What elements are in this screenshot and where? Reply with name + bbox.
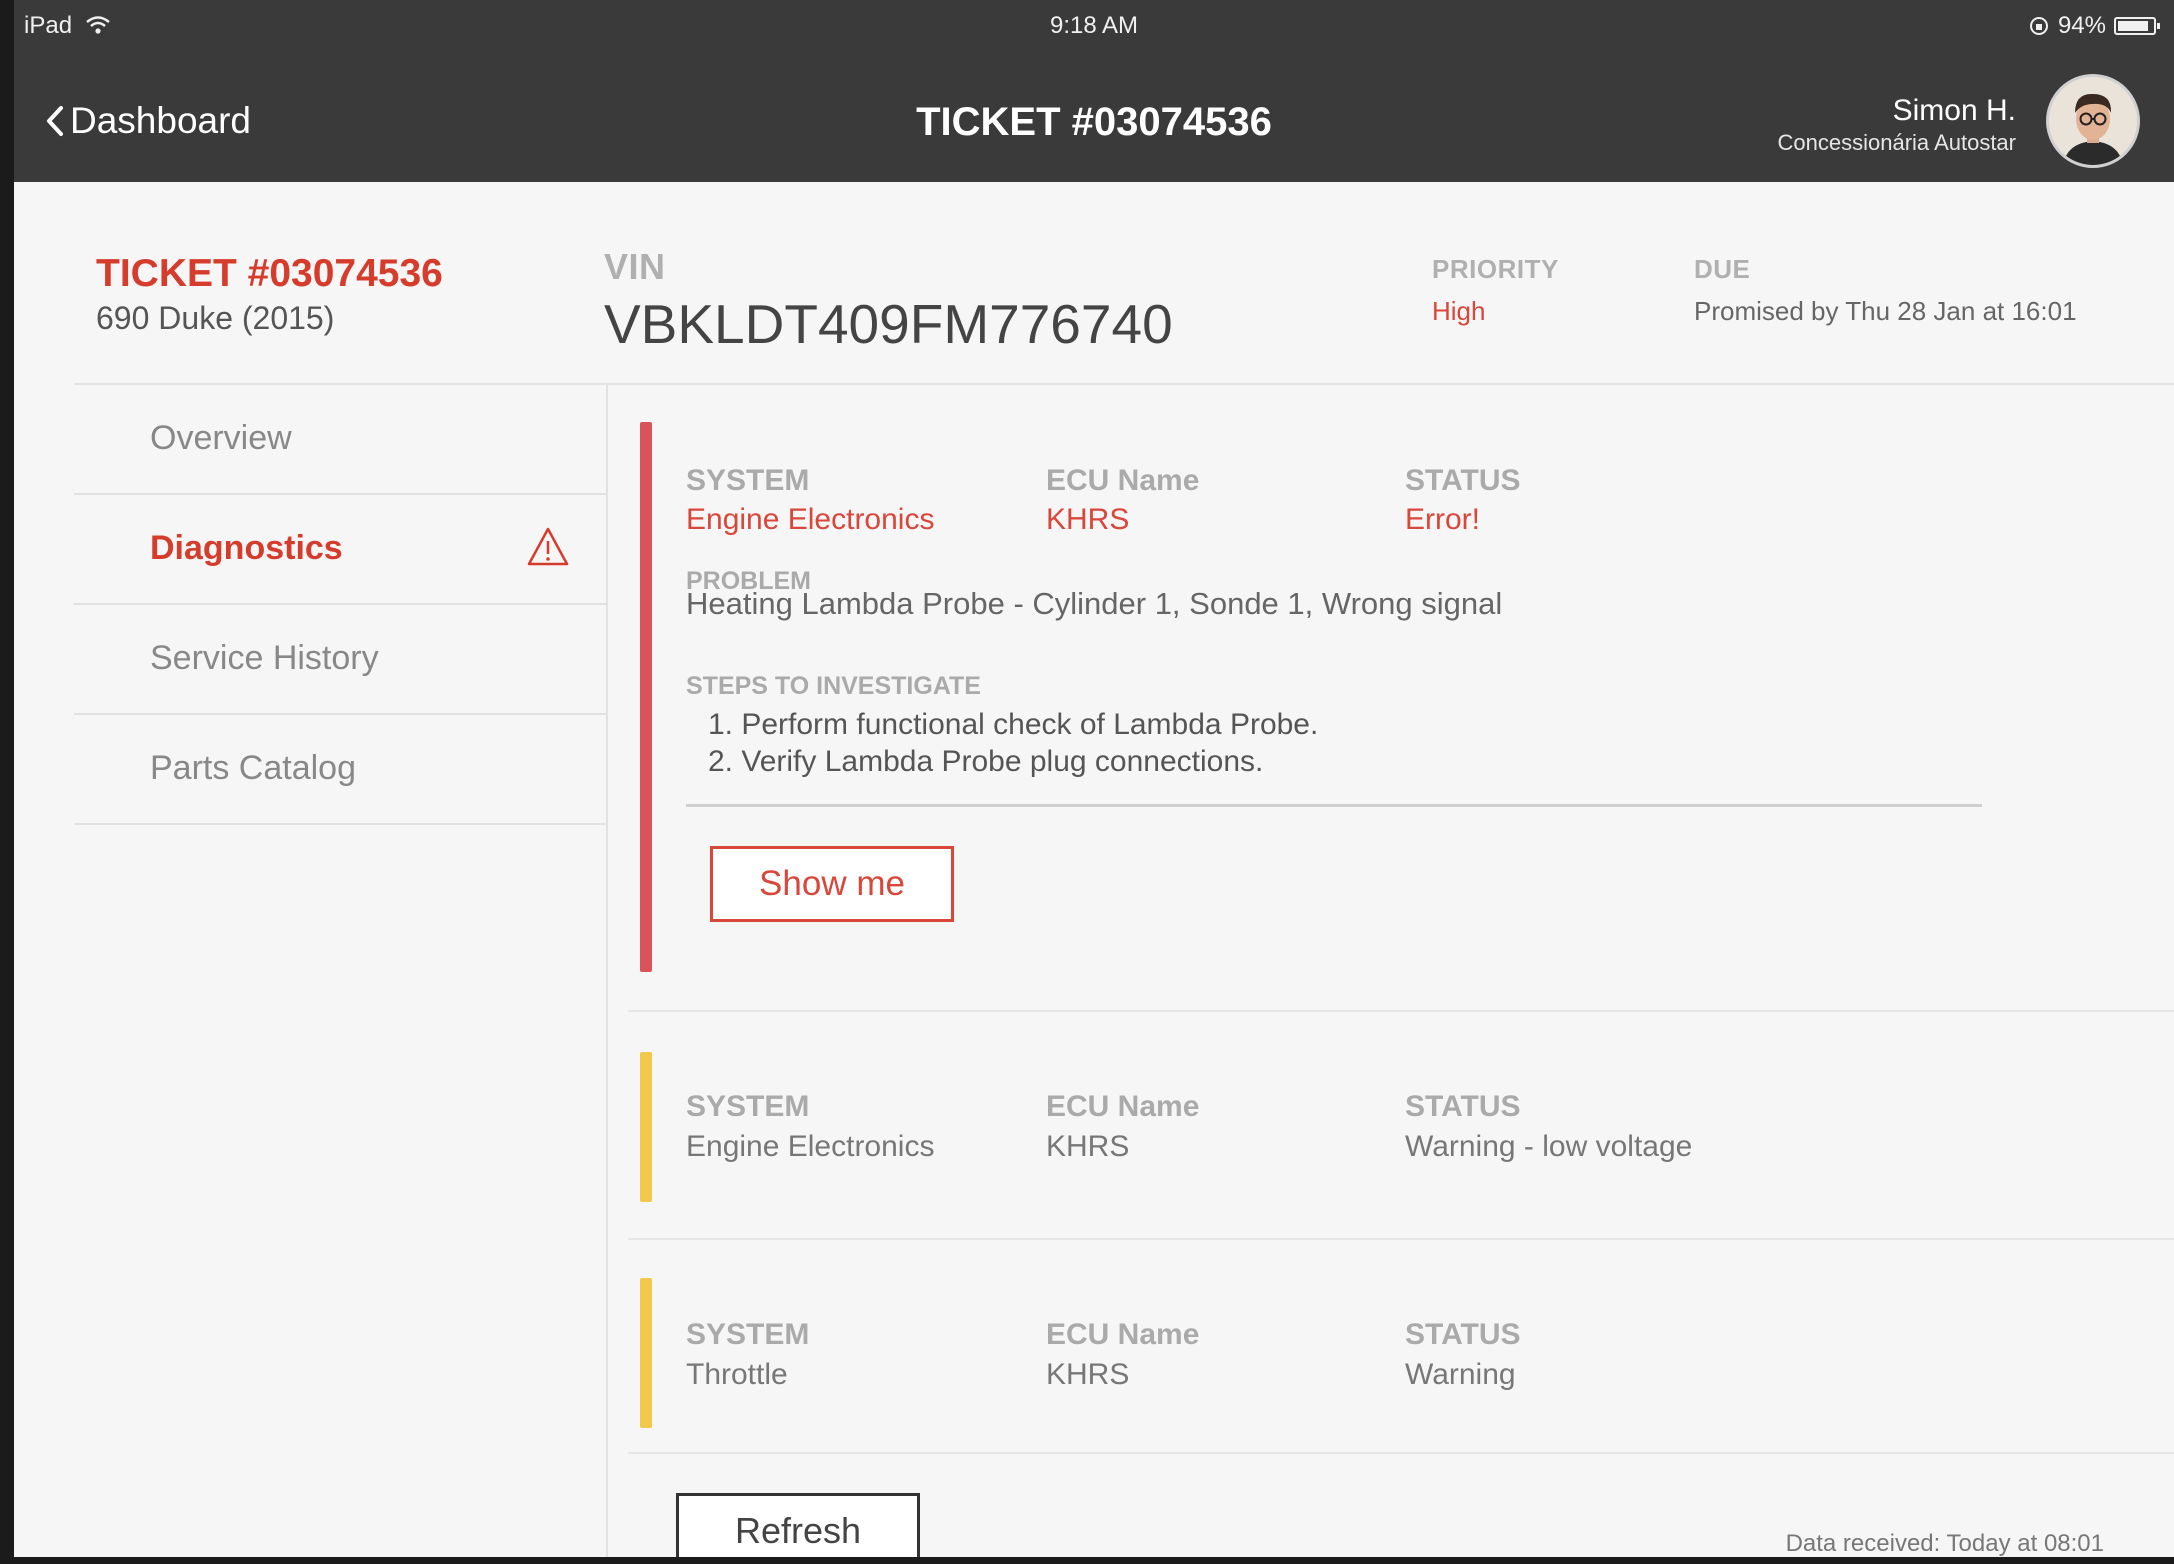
status-value: Warning - low voltage	[1405, 1130, 1693, 1163]
vin-value: VBKLDT409FM776740	[604, 293, 1173, 355]
sidebar-item-diagnostics[interactable]: Diagnostics	[74, 495, 606, 605]
system-label: SYSTEM	[686, 1090, 810, 1123]
diagnostic-card-warning: SYSTEM Throttle ECU Name KHRS STATUS War…	[628, 1238, 2174, 1454]
status-label: STATUS	[1405, 464, 1521, 497]
status-value: Warning	[1405, 1358, 1516, 1391]
user-avatar-image	[2049, 77, 2137, 165]
priority-value: High	[1432, 296, 1486, 326]
sidebar-item-label: Parts Catalog	[150, 749, 356, 787]
system-value: Throttle	[686, 1358, 788, 1391]
steps-label: STEPS TO INVESTIGATE	[686, 672, 981, 700]
ecu-label: ECU Name	[1046, 1090, 1200, 1123]
status-value: Error!	[1405, 503, 1480, 536]
battery-icon	[2114, 17, 2160, 35]
ecu-value: KHRS	[1046, 1130, 1130, 1163]
app-frame: iPad 9:18 AM 94% Dashboard TICKET #03074…	[14, 0, 2174, 1557]
warning-indicator-bar	[640, 1052, 652, 1202]
vehicle-model: 690 Duke (2015)	[96, 300, 335, 336]
user-name: Simon H.	[1892, 94, 2016, 127]
data-received-timestamp: Data received: Today at 08:01	[1785, 1530, 2104, 1557]
sidebar-item-label: Overview	[150, 419, 292, 457]
system-label: SYSTEM	[686, 464, 810, 497]
battery-percent: 94%	[2057, 12, 2106, 39]
priority-label: PRIORITY	[1432, 254, 1559, 284]
sidebar-item-service-history[interactable]: Service History	[74, 605, 606, 715]
content-divider	[606, 385, 608, 1557]
vin-label: VIN	[604, 246, 666, 287]
status-bar-battery: 94%	[2028, 12, 2160, 40]
system-value: Engine Electronics	[686, 1130, 935, 1163]
show-me-button[interactable]: Show me	[710, 846, 954, 922]
app-header: iPad 9:18 AM 94% Dashboard TICKET #03074…	[14, 0, 2174, 182]
error-indicator-bar	[640, 422, 652, 972]
sidebar-item-label: Service History	[150, 639, 379, 677]
avatar[interactable]	[2046, 74, 2140, 168]
diagnostic-card-warning: SYSTEM Engine Electronics ECU Name KHRS …	[628, 1010, 2174, 1240]
step-item: 2. Verify Lambda Probe plug connections.	[708, 745, 1264, 778]
refresh-button[interactable]: Refresh	[676, 1493, 920, 1557]
diagnostic-card-error: SYSTEM Engine Electronics ECU Name KHRS …	[628, 410, 2174, 1012]
system-label: SYSTEM	[686, 1318, 810, 1351]
ecu-label: ECU Name	[1046, 1318, 1200, 1351]
sidebar-item-label: Diagnostics	[150, 529, 343, 567]
system-value: Engine Electronics	[686, 503, 935, 536]
problem-value: Heating Lambda Probe - Cylinder 1, Sonde…	[686, 586, 1503, 621]
rotation-lock-icon	[2029, 17, 2048, 35]
warning-indicator-bar	[640, 1278, 652, 1428]
sidebar-item-overview[interactable]: Overview	[74, 385, 606, 495]
sidebar-nav: Overview Diagnostics Service History Par…	[74, 385, 606, 825]
ecu-label: ECU Name	[1046, 464, 1200, 497]
status-label: STATUS	[1405, 1318, 1521, 1351]
due-value: Promised by Thu 28 Jan at 16:01	[1694, 296, 2077, 326]
status-label: STATUS	[1405, 1090, 1521, 1123]
user-info[interactable]: Simon H. Concessionária Autostar	[1778, 94, 2016, 156]
warning-icon	[527, 527, 569, 566]
sidebar-item-parts-catalog[interactable]: Parts Catalog	[74, 715, 606, 825]
ecu-value: KHRS	[1046, 1358, 1130, 1391]
status-bar-time: 9:18 AM	[1049, 12, 1139, 39]
ticket-title: TICKET #03074536	[96, 252, 443, 295]
card-divider	[686, 804, 1982, 807]
step-item: 1. Perform functional check of Lambda Pr…	[708, 708, 1319, 741]
ecu-value: KHRS	[1046, 503, 1130, 536]
user-organization: Concessionária Autostar	[1777, 130, 2016, 155]
due-label: DUE	[1694, 254, 1751, 284]
